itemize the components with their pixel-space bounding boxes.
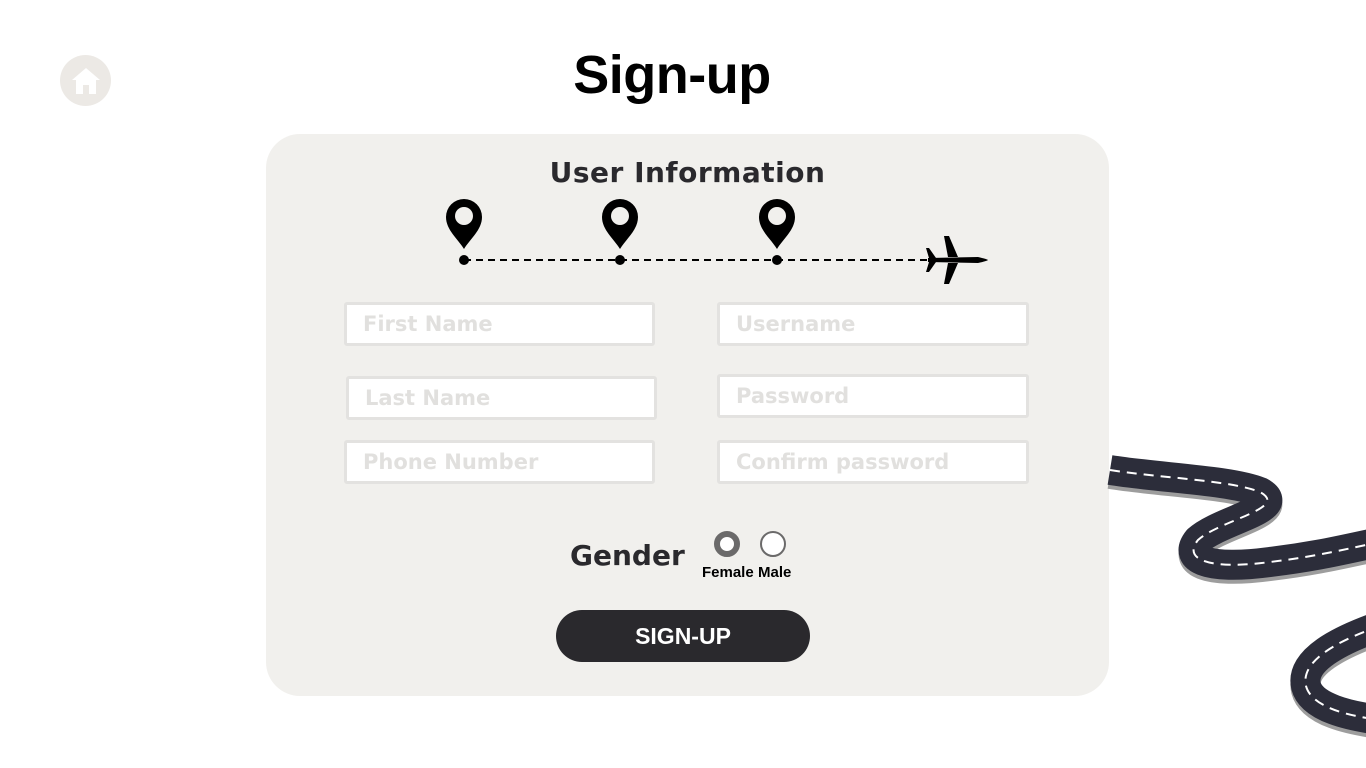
confirm-password-field[interactable] [717,440,1029,484]
progress-track [446,199,988,284]
location-pin-icon [759,199,795,265]
page-title: Sign-up [573,45,771,105]
gender-radio-male[interactable] [760,531,786,557]
signup-page: Sign-up User Information First Name Last… [0,0,1366,768]
location-pin-icon [446,199,482,265]
first-name-field[interactable] [344,302,655,346]
section-title: User Information [549,156,826,189]
gender-option-male-label: Male [758,564,792,581]
gender-label: Gender [570,539,685,572]
username-field[interactable] [717,302,1029,346]
gender-radio-female[interactable] [714,531,740,557]
password-field[interactable] [717,374,1029,418]
road-decoration [1107,455,1366,738]
last-name-field[interactable] [346,376,657,420]
signup-form-card: User Information First Name Last Name Ph… [266,134,1109,696]
signup-button[interactable]: SIGN-UP [556,610,810,662]
location-pin-icon [602,199,638,265]
phone-number-field[interactable] [344,440,655,484]
airplane-icon [926,236,988,284]
gender-option-female-label: Female [702,564,754,581]
